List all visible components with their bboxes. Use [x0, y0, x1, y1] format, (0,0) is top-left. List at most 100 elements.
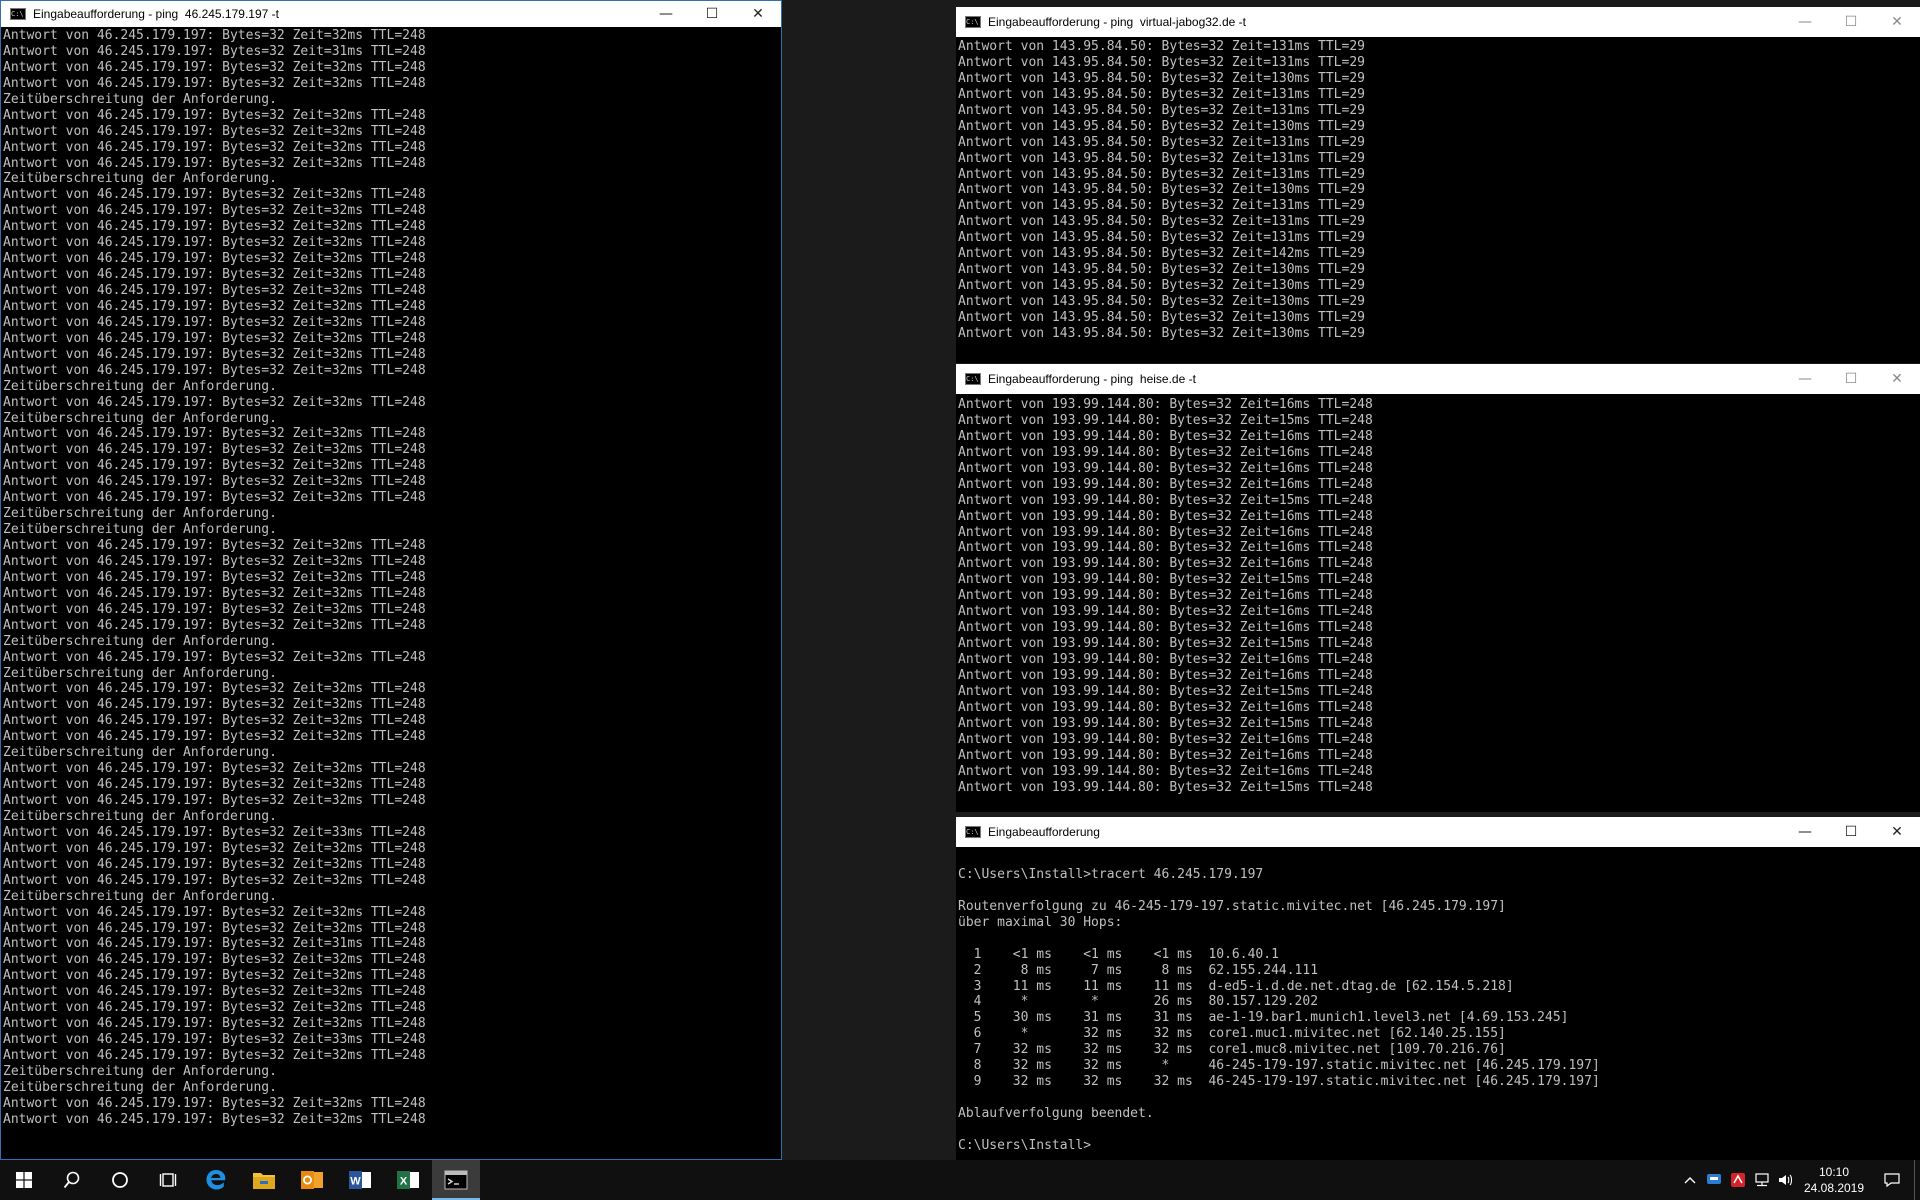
console-line: Antwort von 46.245.179.197: Bytes=32 Zei…	[3, 968, 426, 984]
console-output[interactable]: Antwort von 143.95.84.50: Bytes=32 Zeit=…	[956, 38, 1903, 363]
cortana-button[interactable]	[96, 1160, 144, 1200]
file-explorer-button[interactable]	[240, 1160, 288, 1200]
close-button[interactable]: ✕	[1874, 7, 1920, 37]
ping-heise-titlebar[interactable]: C:\ Eingabeaufforderung - ping heise.de …	[956, 364, 1920, 394]
console-line: Antwort von 193.99.144.80: Bytes=32 Zeit…	[958, 652, 1373, 667]
console-output[interactable]: Antwort von 46.245.179.197: Bytes=32 Zei…	[1, 27, 781, 1159]
ping-heise-window[interactable]: C:\ Eingabeaufforderung - ping heise.de …	[956, 364, 1920, 812]
network-button[interactable]	[1750, 1160, 1774, 1200]
console-line: Antwort von 193.99.144.80: Bytes=32 Zeit…	[958, 572, 1373, 588]
console-line: Antwort von 46.245.179.197: Bytes=32 Zei…	[3, 585, 426, 601]
maximize-button[interactable]: ☐	[1828, 817, 1874, 847]
console-line: 1 <1 ms <1 ms <1 ms 10.6.40.1	[958, 946, 1279, 962]
console-line: Antwort von 46.245.179.197: Bytes=32 Zei…	[3, 267, 426, 283]
search-button[interactable]	[48, 1160, 96, 1200]
cmd-icon: C:\	[10, 8, 26, 20]
console-line: Antwort von 46.245.179.197: Bytes=32 Zei…	[3, 1032, 426, 1048]
console-line: Antwort von 193.99.144.80: Bytes=32 Zeit…	[958, 588, 1373, 604]
console-line: Zeitüberschreitung der Anforderung.	[3, 506, 277, 522]
maximize-button[interactable]: ☐	[689, 1, 735, 27]
cmd-taskbar-button[interactable]	[432, 1160, 480, 1200]
console-line: Antwort von 46.245.179.197: Bytes=32 Zei…	[3, 777, 426, 793]
console-line: Antwort von 46.245.179.197: Bytes=32 Zei…	[3, 123, 426, 139]
console-output[interactable]: Antwort von 193.99.144.80: Bytes=32 Zeit…	[956, 396, 1903, 812]
windows-logo-icon	[16, 1172, 32, 1188]
console-line: Antwort von 143.95.84.50: Bytes=32 Zeit=…	[958, 278, 1365, 294]
ping-jabog-titlebar[interactable]: C:\ Eingabeaufforderung - ping virtual-j…	[956, 7, 1920, 37]
show-desktop-button[interactable]	[1914, 1160, 1920, 1200]
tray-app-red[interactable]	[1726, 1160, 1750, 1200]
console-line: Antwort von 46.245.179.197: Bytes=32 Zei…	[3, 553, 426, 569]
console-line: Zeitüberschreitung der Anforderung.	[3, 888, 277, 904]
taskbar-clock[interactable]: 10:10 24.08.2019	[1798, 1164, 1870, 1196]
console-line: Antwort von 46.245.179.197: Bytes=32 Zei…	[3, 155, 426, 171]
console-output[interactable]: C:\Users\Install>tracert 46.245.179.197 R…	[956, 850, 1903, 1160]
window-title: Eingabeaufforderung	[988, 825, 1100, 839]
minimize-button[interactable]: —	[643, 1, 689, 27]
start-button[interactable]	[0, 1160, 48, 1200]
console-line: Antwort von 193.99.144.80: Bytes=32 Zeit…	[958, 476, 1373, 492]
task-view-icon	[159, 1173, 177, 1187]
console-line: 6 * 32 ms 32 ms core1.muc1.mivitec.net […	[958, 1026, 1506, 1042]
ping-jabog-window[interactable]: C:\ Eingabeaufforderung - ping virtual-j…	[956, 7, 1920, 363]
console-line: 8 32 ms 32 ms * 46-245-179-197.static.mi…	[958, 1058, 1600, 1074]
action-center-button[interactable]	[1870, 1160, 1914, 1200]
console-line: Antwort von 143.95.84.50: Bytes=32 Zeit=…	[958, 70, 1365, 86]
console-line: Antwort von 46.245.179.197: Bytes=32 Zei…	[3, 283, 426, 298]
minimize-button[interactable]: —	[1782, 364, 1828, 394]
volume-button[interactable]	[1774, 1160, 1798, 1200]
console-line: Antwort von 143.95.84.50: Bytes=32 Zeit=…	[958, 325, 1365, 341]
notification-icon	[1884, 1173, 1900, 1188]
console-line: Antwort von 46.245.179.197: Bytes=32 Zei…	[3, 203, 426, 219]
outlook-button[interactable]	[288, 1160, 336, 1200]
console-line: 4 * * 26 ms 80.157.129.202	[958, 994, 1319, 1010]
minimize-button[interactable]: —	[1782, 817, 1828, 847]
console-line: Antwort von 193.99.144.80: Bytes=32 Zeit…	[958, 667, 1373, 683]
console-line: Antwort von 46.245.179.197: Bytes=32 Zei…	[3, 330, 426, 346]
maximize-button[interactable]: ☐	[1828, 7, 1874, 37]
ping-main-titlebar[interactable]: C:\ Eingabeaufforderung - ping 46.245.17…	[1, 1, 781, 27]
console-line: Antwort von 46.245.179.197: Bytes=32 Zei…	[3, 729, 426, 745]
edge-button[interactable]	[192, 1160, 240, 1200]
tracert-titlebar[interactable]: C:\ Eingabeaufforderung — ☐ ✕	[956, 817, 1920, 847]
close-button[interactable]: ✕	[1874, 817, 1920, 847]
excel-button[interactable]: X	[384, 1160, 432, 1200]
close-button[interactable]: ✕	[1874, 364, 1920, 394]
console-line: Antwort von 46.245.179.197: Bytes=32 Zei…	[3, 601, 426, 617]
console-line: C:\Users\Install>	[958, 1137, 1092, 1153]
window-title: Eingabeaufforderung - ping heise.de -t	[988, 372, 1196, 386]
console-line: Antwort von 46.245.179.197: Bytes=32 Zei…	[3, 298, 426, 314]
console-line: Antwort von 143.95.84.50: Bytes=32 Zeit=…	[958, 294, 1365, 309]
console-line: Antwort von 143.95.84.50: Bytes=32 Zeit=…	[958, 214, 1365, 230]
console-line: Antwort von 46.245.179.197: Bytes=32 Zei…	[3, 681, 426, 697]
console-line: Antwort von 46.245.179.197: Bytes=32 Zei…	[3, 872, 426, 888]
console-line: Antwort von 46.245.179.197: Bytes=32 Zei…	[3, 314, 426, 330]
console-line: Antwort von 46.245.179.197: Bytes=32 Zei…	[3, 346, 426, 362]
console-line: Antwort von 193.99.144.80: Bytes=32 Zeit…	[958, 620, 1373, 636]
word-button[interactable]: W	[336, 1160, 384, 1200]
window-title: Eingabeaufforderung - ping virtual-jabog…	[988, 15, 1246, 29]
console-line: Zeitüberschreitung der Anforderung.	[3, 665, 277, 681]
tray-app-blue[interactable]	[1702, 1160, 1726, 1200]
console-line: Antwort von 46.245.179.197: Bytes=32 Zei…	[3, 362, 426, 378]
ping-main-window[interactable]: C:\ Eingabeaufforderung - ping 46.245.17…	[0, 0, 782, 1160]
console-line: Antwort von 46.245.179.197: Bytes=32 Zei…	[3, 251, 426, 267]
minimize-button[interactable]: —	[1782, 7, 1828, 37]
maximize-button[interactable]: ☐	[1828, 364, 1874, 394]
task-view-button[interactable]	[144, 1160, 192, 1200]
console-line: Antwort von 193.99.144.80: Bytes=32 Zeit…	[958, 397, 1373, 412]
show-hidden-icons-button[interactable]	[1678, 1160, 1702, 1200]
console-line: Antwort von 46.245.179.197: Bytes=32 Zei…	[3, 920, 426, 936]
console-line: Antwort von 143.95.84.50: Bytes=32 Zeit=…	[958, 118, 1365, 134]
volume-icon	[1779, 1174, 1793, 1186]
console-line: Antwort von 143.95.84.50: Bytes=32 Zeit=…	[958, 134, 1365, 150]
network-icon	[1755, 1173, 1769, 1187]
tracert-window[interactable]: C:\ Eingabeaufforderung — ☐ ✕ C:\Users\I…	[956, 817, 1920, 1160]
console-line: Antwort von 143.95.84.50: Bytes=32 Zeit=…	[958, 246, 1365, 262]
close-button[interactable]: ✕	[735, 1, 781, 27]
chat-app-icon	[1707, 1174, 1721, 1184]
console-line: Antwort von 46.245.179.197: Bytes=32 Zei…	[3, 904, 426, 920]
